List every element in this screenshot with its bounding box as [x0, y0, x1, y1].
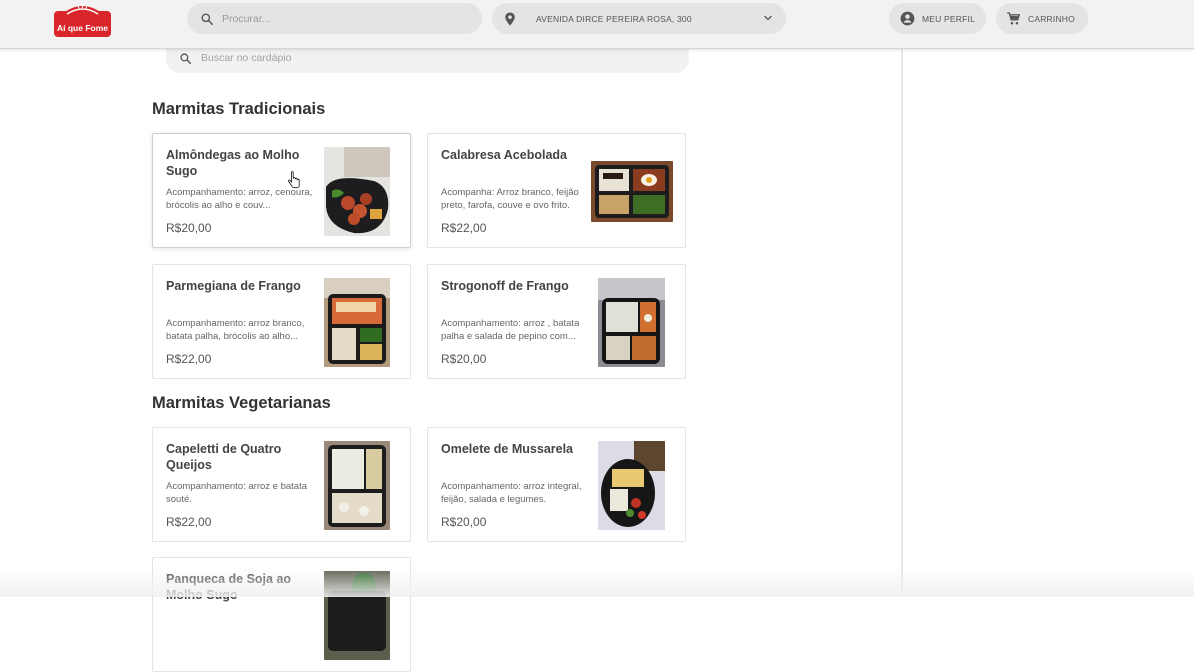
menu-item-name: Omelete de Mussarela [441, 441, 583, 457]
menu-search-input[interactable] [201, 52, 661, 64]
menu-item-card[interactable]: Omelete de Mussarela Acompanhamento: arr… [427, 427, 686, 542]
menu-item-price: R$22,00 [166, 515, 211, 529]
search-icon [200, 12, 214, 26]
menu-item-price: R$20,00 [441, 352, 486, 366]
global-search-input[interactable] [222, 13, 452, 25]
cart-label: CARRINHO [1028, 14, 1075, 24]
my-profile-label: MEU PERFIL [922, 14, 975, 24]
cart-button[interactable]: CARRINHO [996, 3, 1088, 34]
menu-item-name: Capeletti de Quatro Queijos [166, 441, 308, 473]
my-profile-button[interactable]: MEU PERFIL [889, 3, 986, 34]
top-navigation-bar: Aí que Fome AVENIDA DIRCE PEREIRA ROSA, … [0, 0, 1194, 49]
mouse-pointer-icon [288, 171, 300, 189]
menu-item-price: R$20,00 [166, 221, 211, 235]
menu-item-name: Calabresa Acebolada [441, 147, 583, 163]
chevron-down-icon[interactable] [762, 12, 774, 24]
menu-item-description: Acompanhamento: arroz branco, batata pal… [166, 317, 318, 343]
svg-text:Aí que Fome: Aí que Fome [57, 23, 108, 33]
menu-item-description: Acompanhamento: arroz, cenoura, brócolis… [166, 186, 318, 212]
soy-pancake-photo [324, 571, 390, 660]
menu-item-price: R$20,00 [441, 515, 486, 529]
sausage-meal-photo [591, 161, 673, 222]
delivery-address-selector[interactable]: AVENIDA DIRCE PEREIRA ROSA, 300 [492, 3, 786, 34]
search-icon [179, 52, 192, 65]
brand-logo[interactable]: Aí que Fome [54, 2, 111, 37]
location-pin-icon [504, 12, 516, 26]
menu-item-name: Parmegiana de Frango [166, 278, 308, 294]
delivery-address-text: AVENIDA DIRCE PEREIRA ROSA, 300 [536, 14, 692, 24]
menu-item-name: Almôndegas ao Molho Sugo [166, 147, 308, 179]
chicken-parmigiana-photo [324, 278, 390, 367]
menu-item-price: R$22,00 [441, 221, 486, 235]
stroganoff-meal-photo [598, 278, 665, 367]
menu-item-description: Acompanhamento: arroz e batata souté. [166, 480, 318, 506]
cart-icon [1006, 11, 1021, 26]
global-search-bar[interactable] [187, 3, 482, 34]
section-title-traditional: Marmitas Tradicionais [152, 100, 325, 119]
cart-panel-divider [901, 49, 903, 597]
menu-item-card[interactable]: Panqueca de Soja ao Molho Sugo [152, 557, 411, 672]
meatballs-meal-photo [324, 147, 390, 236]
menu-item-card[interactable]: Almôndegas ao Molho Sugo Acompanhamento:… [152, 133, 411, 248]
menu-item-card[interactable]: Parmegiana de Frango Acompanhamento: arr… [152, 264, 411, 379]
menu-item-card[interactable]: Capeletti de Quatro Queijos Acompanhamen… [152, 427, 411, 542]
menu-item-price: R$22,00 [166, 352, 211, 366]
menu-item-name: Panqueca de Soja ao Molho Sugo [166, 571, 308, 603]
menu-item-description: Acompanha: Arroz branco, feijão preto, f… [441, 186, 593, 212]
menu-item-card[interactable]: Strogonoff de Frango Acompanhamento: arr… [427, 264, 686, 379]
omelette-meal-photo [598, 441, 665, 530]
menu-item-description: Acompanhamento: arroz integral, feijão, … [441, 480, 593, 506]
account-circle-icon [900, 11, 915, 26]
menu-item-description: Acompanhamento: arroz , batata palha e s… [441, 317, 593, 343]
menu-item-card[interactable]: Calabresa Acebolada Acompanha: Arroz bra… [427, 133, 686, 248]
section-title-vegetarian: Marmitas Vegetarianas [152, 394, 331, 413]
capeletti-meal-photo [324, 441, 390, 530]
menu-item-name: Strogonoff de Frango [441, 278, 583, 294]
